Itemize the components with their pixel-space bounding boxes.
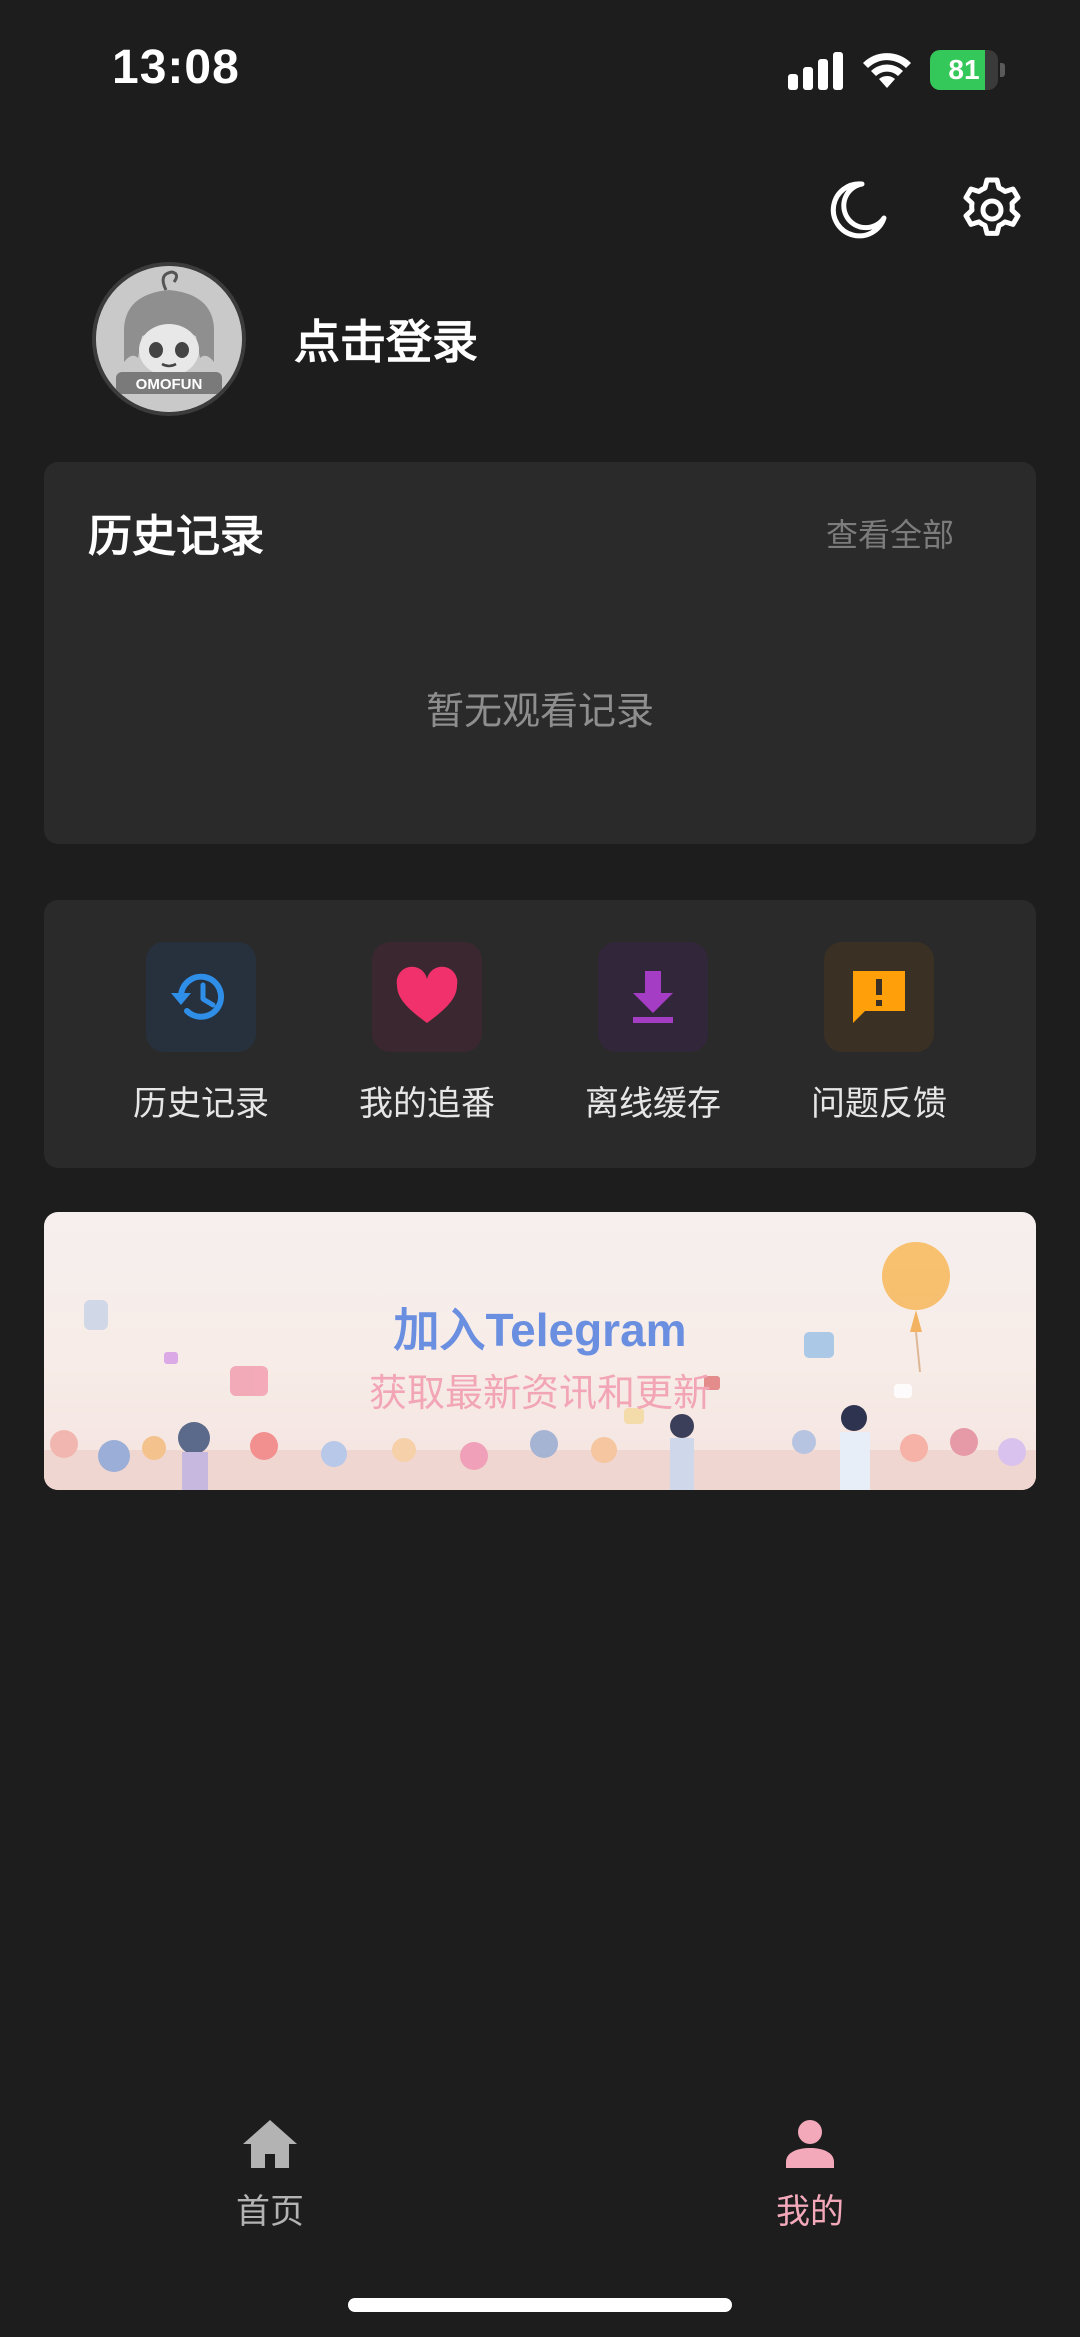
status-time: 13:08 [112,41,240,94]
history-icon-tile [146,942,256,1052]
quick-action-label: 历史记录 [133,1084,269,1124]
battery-indicator: 81 [930,50,1006,90]
heart-icon [396,966,458,1023]
heart-icon-tile [372,942,482,1052]
person-icon [786,2120,834,2168]
cellular-signal-icon [788,52,843,90]
tab-label: 我的 [776,2192,844,2232]
telegram-banner[interactable]: 加入Telegram 获取最新资讯和更新 [44,1212,1036,1490]
anime-avatar-illustration: OMOFUN [96,266,242,412]
empty-history-text: 暂无观看记录 [425,689,654,733]
settings-gear-icon[interactable] [958,176,1026,244]
feedback-icon [853,971,905,1023]
wifi-icon [863,53,911,88]
quick-action-feedback[interactable]: 问题反馈 [779,942,979,1125]
quick-action-label: 问题反馈 [811,1084,947,1124]
quick-action-label: 我的追番 [359,1084,495,1124]
home-indicator [348,2298,732,2312]
feedback-icon-tile [824,942,934,1052]
tab-profile[interactable]: 我的 [710,2118,910,2233]
quick-action-history[interactable]: 历史记录 [101,942,301,1125]
home-icon [243,2120,297,2168]
dark-mode-moon-icon[interactable] [826,178,890,242]
quick-action-offline-cache[interactable]: 离线缓存 [553,942,753,1125]
battery-level-text: 81 [948,54,980,85]
history-icon [171,973,224,1020]
banner-title: 加入Telegram [393,1304,687,1356]
tab-home[interactable]: 首页 [170,2118,370,2233]
view-all-link[interactable]: 查看全部 [826,510,954,556]
download-icon [633,971,673,1023]
quick-action-favorites[interactable]: 我的追番 [327,942,527,1125]
quick-action-label: 离线缓存 [585,1084,721,1124]
login-link[interactable]: 点击登录 [294,306,478,372]
avatar[interactable]: OMOFUN [92,262,246,416]
tab-label: 首页 [236,2192,304,2232]
history-title: 历史记录 [88,511,264,562]
download-icon-tile [598,942,708,1052]
banner-subtitle: 获取最新资讯和更新 [368,1371,711,1415]
avatar-logo-text: OMOFUN [136,376,203,393]
